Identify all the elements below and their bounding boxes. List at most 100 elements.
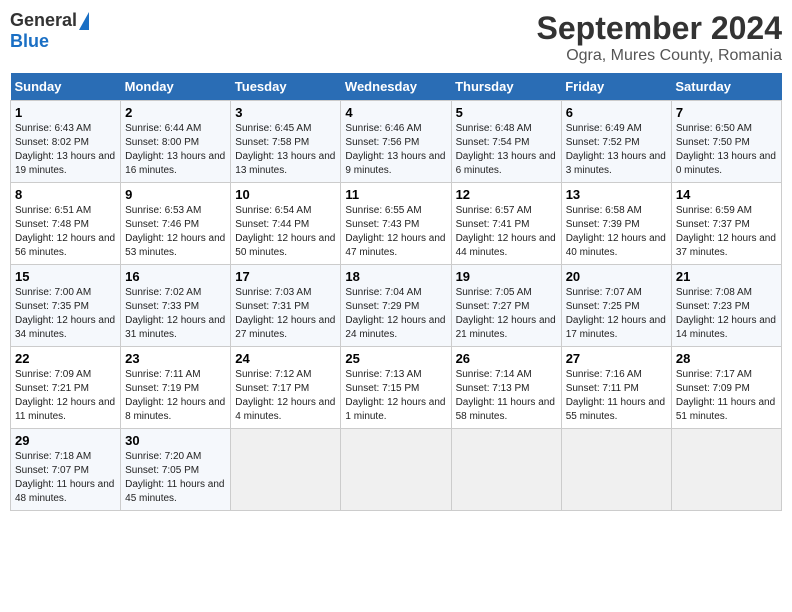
weekday-header-monday: Monday xyxy=(121,73,231,101)
weekday-header-sunday: Sunday xyxy=(11,73,121,101)
weekday-header-wednesday: Wednesday xyxy=(341,73,451,101)
calendar-day-7: 7 Sunrise: 6:50 AMSunset: 7:50 PMDaylight… xyxy=(671,101,781,183)
calendar-day-13: 13 Sunrise: 6:58 AMSunset: 7:39 PMDayligh… xyxy=(561,183,671,265)
day-detail: Sunrise: 6:45 AMSunset: 7:58 PMDaylight:… xyxy=(235,123,335,176)
calendar-day-22: 22 Sunrise: 7:09 AMSunset: 7:21 PMDayligh… xyxy=(11,347,121,429)
weekday-header-row: SundayMondayTuesdayWednesdayThursdayFrid… xyxy=(11,73,782,101)
calendar-day-1: 1 Sunrise: 6:43 AMSunset: 8:02 PMDaylight… xyxy=(11,101,121,183)
day-number: 19 xyxy=(456,269,557,284)
calendar-week-2: 8 Sunrise: 6:51 AMSunset: 7:48 PMDaylight… xyxy=(11,183,782,265)
weekday-header-saturday: Saturday xyxy=(671,73,781,101)
day-number: 13 xyxy=(566,187,667,202)
day-detail: Sunrise: 6:51 AMSunset: 7:48 PMDaylight:… xyxy=(15,205,115,258)
day-number: 1 xyxy=(15,105,116,120)
day-detail: Sunrise: 7:16 AMSunset: 7:11 PMDaylight:… xyxy=(566,369,665,422)
day-detail: Sunrise: 7:02 AMSunset: 7:33 PMDaylight:… xyxy=(125,287,225,340)
calendar-week-4: 22 Sunrise: 7:09 AMSunset: 7:21 PMDayligh… xyxy=(11,347,782,429)
day-detail: Sunrise: 7:12 AMSunset: 7:17 PMDaylight:… xyxy=(235,369,335,422)
day-number: 15 xyxy=(15,269,116,284)
calendar-day-17: 17Sunrise: 7:03 AMSunset: 7:31 PMDayligh… xyxy=(231,265,341,347)
day-detail: Sunrise: 6:58 AMSunset: 7:39 PMDaylight:… xyxy=(566,205,666,258)
weekday-header-tuesday: Tuesday xyxy=(231,73,341,101)
calendar-table: SundayMondayTuesdayWednesdayThursdayFrid… xyxy=(10,73,782,511)
calendar-day-2: 2Sunrise: 6:44 AMSunset: 8:00 PMDaylight… xyxy=(121,101,231,183)
day-number: 8 xyxy=(15,187,116,202)
calendar-day-3: 3 Sunrise: 6:45 AMSunset: 7:58 PMDaylight… xyxy=(231,101,341,183)
calendar-day-21: 21 Sunrise: 7:08 AMSunset: 7:23 PMDayligh… xyxy=(671,265,781,347)
day-number: 23 xyxy=(125,351,226,366)
day-number: 29 xyxy=(15,433,116,448)
day-number: 17 xyxy=(235,269,336,284)
day-number: 14 xyxy=(676,187,777,202)
calendar-day-empty xyxy=(671,429,781,511)
calendar-day-empty xyxy=(451,429,561,511)
day-detail: Sunrise: 6:55 AMSunset: 7:43 PMDaylight:… xyxy=(345,205,445,258)
day-detail: Sunrise: 7:17 AMSunset: 7:09 PMDaylight:… xyxy=(676,369,775,422)
calendar-day-4: 4 Sunrise: 6:46 AMSunset: 7:56 PMDaylight… xyxy=(341,101,451,183)
day-number: 3 xyxy=(235,105,336,120)
day-detail: Sunrise: 7:00 AMSunset: 7:35 PMDaylight:… xyxy=(15,287,115,340)
calendar-day-empty xyxy=(561,429,671,511)
logo-blue-text: Blue xyxy=(10,31,49,52)
calendar-day-10: 10 Sunrise: 6:54 AMSunset: 7:44 PMDayligh… xyxy=(231,183,341,265)
day-detail: Sunrise: 6:43 AMSunset: 8:02 PMDaylight:… xyxy=(15,123,115,176)
calendar-day-26: 26 Sunrise: 7:14 AMSunset: 7:13 PMDayligh… xyxy=(451,347,561,429)
day-number: 30 xyxy=(125,433,226,448)
day-detail: Sunrise: 6:59 AMSunset: 7:37 PMDaylight:… xyxy=(676,205,776,258)
location-title: Ogra, Mures County, Romania xyxy=(537,47,782,65)
day-detail: Sunrise: 7:04 AMSunset: 7:29 PMDaylight:… xyxy=(345,287,445,340)
header: General Blue September 2024 Ogra, Mures … xyxy=(10,10,782,65)
day-number: 9 xyxy=(125,187,226,202)
calendar-day-empty xyxy=(341,429,451,511)
calendar-day-23: 23 Sunrise: 7:11 AMSunset: 7:19 PMDayligh… xyxy=(121,347,231,429)
calendar-day-8: 8 Sunrise: 6:51 AMSunset: 7:48 PMDaylight… xyxy=(11,183,121,265)
calendar-day-28: 28 Sunrise: 7:17 AMSunset: 7:09 PMDayligh… xyxy=(671,347,781,429)
weekday-header-thursday: Thursday xyxy=(451,73,561,101)
day-number: 24 xyxy=(235,351,336,366)
day-number: 10 xyxy=(235,187,336,202)
calendar-day-20: 20Sunrise: 7:07 AMSunset: 7:25 PMDayligh… xyxy=(561,265,671,347)
calendar-day-15: 15 Sunrise: 7:00 AMSunset: 7:35 PMDayligh… xyxy=(11,265,121,347)
logo: General Blue xyxy=(10,10,89,52)
day-number: 25 xyxy=(345,351,446,366)
calendar-day-9: 9 Sunrise: 6:53 AMSunset: 7:46 PMDaylight… xyxy=(121,183,231,265)
calendar-week-3: 15 Sunrise: 7:00 AMSunset: 7:35 PMDayligh… xyxy=(11,265,782,347)
month-title: September 2024 xyxy=(537,10,782,47)
day-number: 28 xyxy=(676,351,777,366)
logo-triangle-icon xyxy=(79,12,89,30)
day-number: 2 xyxy=(125,105,226,120)
day-number: 27 xyxy=(566,351,667,366)
day-detail: Sunrise: 6:54 AMSunset: 7:44 PMDaylight:… xyxy=(235,205,335,258)
day-detail: Sunrise: 6:53 AMSunset: 7:46 PMDaylight:… xyxy=(125,205,225,258)
day-number: 11 xyxy=(345,187,446,202)
day-number: 21 xyxy=(676,269,777,284)
calendar-day-30: 30 Sunrise: 7:20 AMSunset: 7:05 PMDayligh… xyxy=(121,429,231,511)
day-detail: Sunrise: 7:18 AMSunset: 7:07 PMDaylight:… xyxy=(15,451,114,504)
day-number: 26 xyxy=(456,351,557,366)
day-detail: Sunrise: 7:05 AMSunset: 7:27 PMDaylight:… xyxy=(456,287,556,340)
weekday-header-friday: Friday xyxy=(561,73,671,101)
calendar-day-18: 18Sunrise: 7:04 AMSunset: 7:29 PMDayligh… xyxy=(341,265,451,347)
day-number: 4 xyxy=(345,105,446,120)
logo-general-text: General xyxy=(10,10,77,31)
day-number: 12 xyxy=(456,187,557,202)
day-number: 7 xyxy=(676,105,777,120)
calendar-day-29: 29 Sunrise: 7:18 AMSunset: 7:07 PMDayligh… xyxy=(11,429,121,511)
day-detail: Sunrise: 7:08 AMSunset: 7:23 PMDaylight:… xyxy=(676,287,776,340)
day-number: 16 xyxy=(125,269,226,284)
day-detail: Sunrise: 6:49 AMSunset: 7:52 PMDaylight:… xyxy=(566,123,666,176)
day-detail: Sunrise: 7:09 AMSunset: 7:21 PMDaylight:… xyxy=(15,369,115,422)
calendar-day-empty xyxy=(231,429,341,511)
calendar-day-14: 14 Sunrise: 6:59 AMSunset: 7:37 PMDayligh… xyxy=(671,183,781,265)
day-detail: Sunrise: 6:50 AMSunset: 7:50 PMDaylight:… xyxy=(676,123,776,176)
day-detail: Sunrise: 7:14 AMSunset: 7:13 PMDaylight:… xyxy=(456,369,555,422)
day-detail: Sunrise: 7:11 AMSunset: 7:19 PMDaylight:… xyxy=(125,369,225,422)
day-detail: Sunrise: 7:20 AMSunset: 7:05 PMDaylight:… xyxy=(125,451,224,504)
calendar-day-16: 16 Sunrise: 7:02 AMSunset: 7:33 PMDayligh… xyxy=(121,265,231,347)
day-detail: Sunrise: 6:57 AMSunset: 7:41 PMDaylight:… xyxy=(456,205,556,258)
day-number: 22 xyxy=(15,351,116,366)
day-detail: Sunrise: 6:46 AMSunset: 7:56 PMDaylight:… xyxy=(345,123,445,176)
title-area: September 2024 Ogra, Mures County, Roman… xyxy=(537,10,782,65)
calendar-day-24: 24 Sunrise: 7:12 AMSunset: 7:17 PMDayligh… xyxy=(231,347,341,429)
calendar-week-5: 29 Sunrise: 7:18 AMSunset: 7:07 PMDayligh… xyxy=(11,429,782,511)
